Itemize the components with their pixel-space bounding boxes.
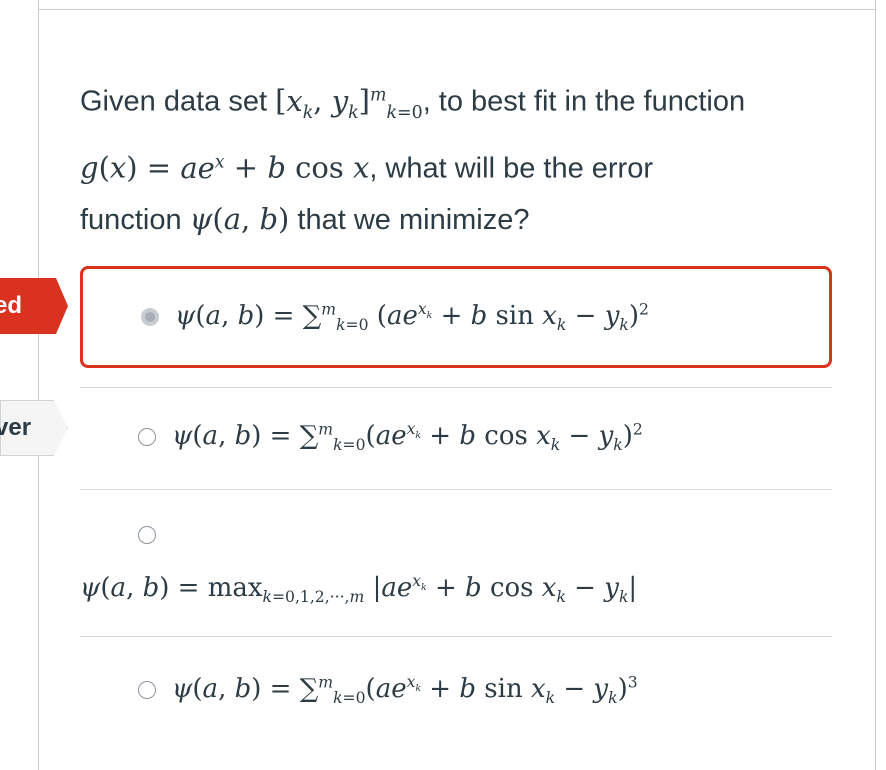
left-gutter bbox=[0, 0, 38, 756]
answer-divider bbox=[80, 636, 832, 637]
answer-option-2[interactable]: ψ(a, b) = ∑mk=0(aexk + b cos xk − yk)2 bbox=[80, 395, 832, 479]
answer-formula-2: ψ(a, b) = ∑mk=0(aexk + b cos xk − yk)2 bbox=[172, 420, 643, 455]
answer-divider bbox=[80, 489, 832, 490]
selected-flag-label: ed bbox=[0, 292, 23, 319]
radio-button[interactable] bbox=[138, 428, 156, 446]
radio-button-checked[interactable] bbox=[141, 308, 159, 326]
answer-formula-1: ψ(a, b) = ∑mk=0 (aexk + b sin xk − yk)2 bbox=[175, 300, 649, 335]
radio-button[interactable] bbox=[138, 526, 156, 544]
card-header-border bbox=[38, 0, 876, 10]
question-line-2: g(x) = aex + b cos x, what will be the e… bbox=[80, 151, 653, 186]
answer-formula-4: ψ(a, b) = ∑mk=0(aexk + b sin xk − yk)3 bbox=[172, 673, 638, 708]
question-line-1: Given data set [xk, yk]mk=0, to best fit… bbox=[80, 83, 746, 123]
question-text: Given data set [xk, yk]mk=0, to best fit… bbox=[80, 70, 840, 245]
answer-option-1[interactable]: ψ(a, b) = ∑mk=0 (aexk + b sin xk − yk)2 bbox=[80, 266, 832, 368]
selected-answer-flag: ed bbox=[0, 278, 68, 334]
answer-formula-3: ψ(a, b) = maxk=0,1,2,···,m |aexk + b cos… bbox=[80, 572, 638, 607]
answer-flag-label: ver bbox=[0, 414, 32, 441]
question-line-3: function ψ(a, b) that we minimize? bbox=[80, 202, 530, 237]
answer-option-3[interactable]: ψ(a, b) = maxk=0,1,2,···,m |aexk + b cos… bbox=[80, 510, 832, 630]
answer-divider bbox=[80, 387, 832, 388]
radio-button[interactable] bbox=[138, 681, 156, 699]
answer-option-4[interactable]: ψ(a, b) = ∑mk=0(aexk + b sin xk − yk)3 bbox=[80, 648, 832, 732]
correct-answer-flag: ver bbox=[0, 400, 68, 456]
